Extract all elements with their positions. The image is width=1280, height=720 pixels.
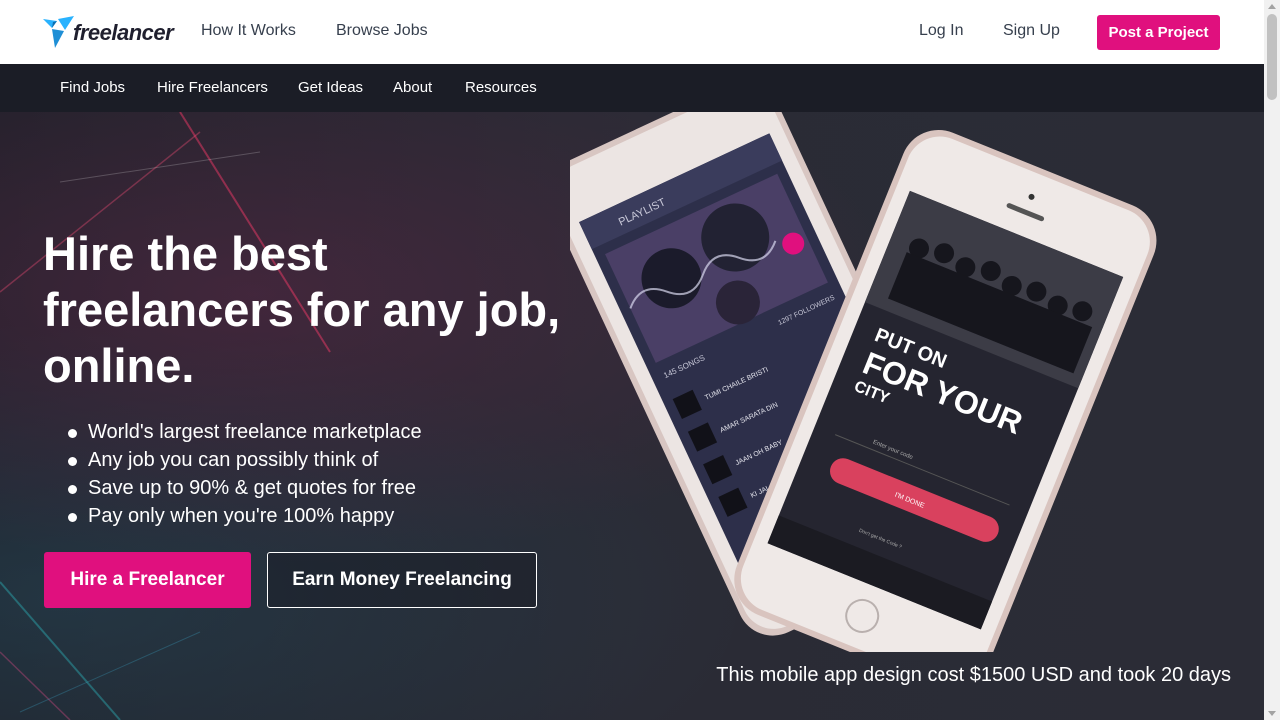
scroll-up-arrow-icon[interactable]: [1268, 4, 1276, 9]
hero-headline: Hire the best freelancers for any job, o…: [43, 227, 561, 392]
benefit-item: Pay only when you're 100% happy: [66, 502, 422, 530]
top-header: freelancer How It Works Browse Jobs Log …: [0, 0, 1264, 64]
post-project-button[interactable]: Post a Project: [1097, 15, 1220, 50]
hire-freelancer-button[interactable]: Hire a Freelancer: [44, 552, 251, 608]
subnav-find-jobs[interactable]: Find Jobs: [60, 79, 125, 97]
hero-section: Hire the best freelancers for any job, o…: [0, 112, 1264, 720]
freelancer-bird-logo-icon: [43, 16, 74, 48]
benefit-item: Save up to 90% & get quotes for free: [66, 474, 422, 502]
nav-browse-jobs[interactable]: Browse Jobs: [336, 20, 428, 42]
mobile-app-design-showcase-image: PLAYLIST 145 SONGS 1297 FOLLOWERS TUMI C…: [570, 112, 1157, 652]
scroll-down-arrow-icon[interactable]: [1268, 711, 1276, 716]
sub-navigation: Find Jobs Hire Freelancers Get Ideas Abo…: [0, 64, 1264, 112]
page-scrollbar[interactable]: [1264, 0, 1280, 720]
design-caption: This mobile app design cost $1500 USD an…: [716, 664, 1231, 686]
earn-money-button[interactable]: Earn Money Freelancing: [267, 552, 537, 608]
nav-how-it-works[interactable]: How It Works: [201, 20, 296, 42]
subnav-hire-freelancers[interactable]: Hire Freelancers: [157, 79, 268, 97]
subnav-about[interactable]: About: [393, 79, 432, 97]
signup-link[interactable]: Sign Up: [1003, 20, 1060, 42]
benefit-item: World's largest freelance marketplace: [66, 418, 422, 446]
subnav-get-ideas[interactable]: Get Ideas: [298, 79, 363, 97]
logo-wordmark: freelancer: [73, 20, 174, 45]
scroll-thumb[interactable]: [1267, 14, 1277, 100]
benefits-list: World's largest freelance marketplace An…: [66, 418, 422, 530]
benefit-item: Any job you can possibly think of: [66, 446, 422, 474]
subnav-resources[interactable]: Resources: [465, 79, 537, 97]
login-link[interactable]: Log In: [919, 20, 963, 42]
freelancer-logo[interactable]: freelancer: [43, 14, 178, 50]
